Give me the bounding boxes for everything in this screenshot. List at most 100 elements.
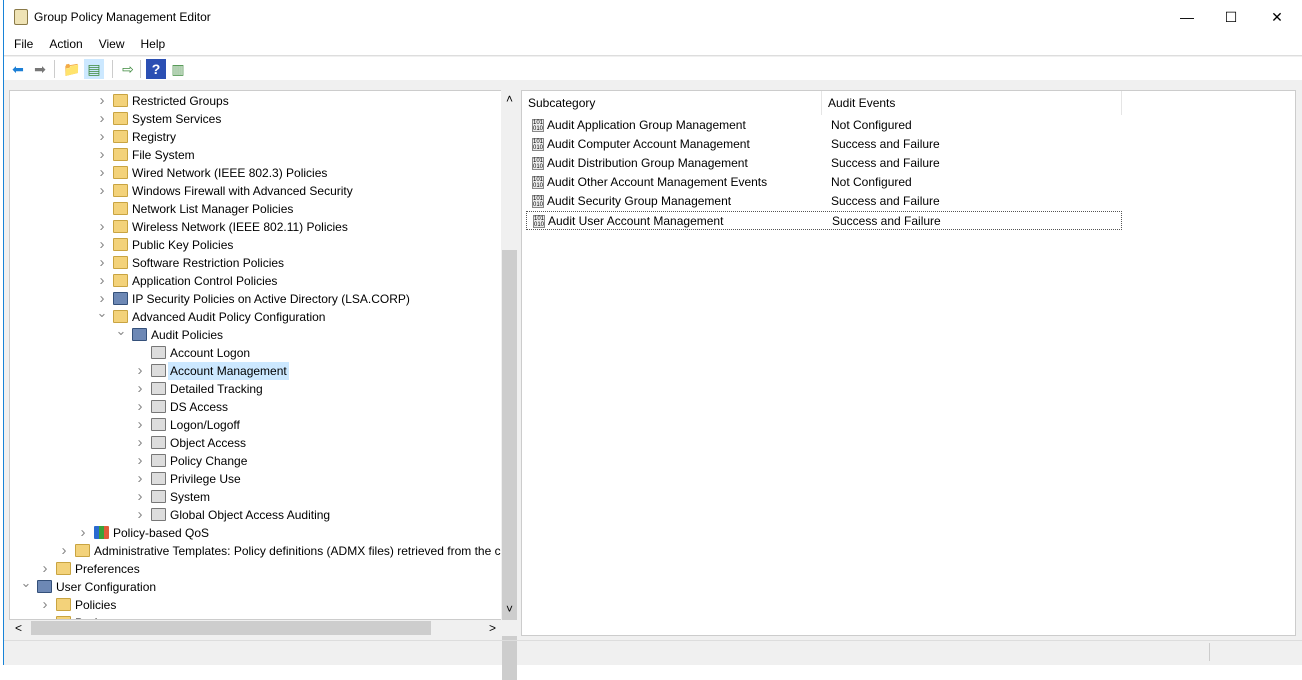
tree-item[interactable]: › Global Object Access Auditing <box>10 506 500 524</box>
tree-item[interactable]: › Windows Firewall with Advanced Security <box>10 182 500 200</box>
chevron-right-icon[interactable]: › <box>96 254 108 272</box>
chevron-right-icon[interactable]: › <box>39 560 51 578</box>
chevron-right-icon[interactable]: › <box>96 146 108 164</box>
scroll-down-arrow[interactable]: ˅ <box>501 602 518 616</box>
chevron-right-icon[interactable]: › <box>134 398 146 416</box>
chevron-right-icon[interactable]: › <box>134 488 146 506</box>
list-row[interactable]: 101 010 Audit Security Group Management Su… <box>526 192 1122 211</box>
chevron-right-icon[interactable]: › <box>134 380 146 398</box>
chevron-right-icon[interactable]: › <box>96 128 108 146</box>
audit-events-cell: Success and Failure <box>831 137 940 151</box>
tree-item-label: Account Management <box>168 362 289 380</box>
tree-item[interactable]: › Policies <box>10 596 500 614</box>
column-header-subcategory[interactable]: Subcategory <box>522 91 822 115</box>
chevron-right-icon[interactable]: › <box>134 434 146 452</box>
list-row[interactable]: 101 010 Audit User Account Management Succ… <box>526 211 1122 230</box>
tree-item[interactable]: ⌄ User Configuration <box>10 575 500 596</box>
tree-item[interactable]: › Public Key Policies <box>10 236 500 254</box>
tree-item[interactable]: › Registry <box>10 128 500 146</box>
chevron-right-icon[interactable]: › <box>96 272 108 290</box>
tree-item[interactable]: › Policy Change <box>10 452 500 470</box>
subcategory-cell: Audit User Account Management <box>548 214 724 228</box>
tree-item[interactable]: › Logon/Logoff <box>10 416 500 434</box>
policy-icon <box>151 346 166 359</box>
horizontal-scroll-thumb[interactable] <box>31 621 431 635</box>
list-row[interactable]: 101 010 Audit Distribution Group Manageme… <box>526 154 1122 173</box>
toolbar-separator <box>140 60 141 78</box>
policy-icon <box>151 364 166 377</box>
chevron-down-icon[interactable]: ⌄ <box>115 322 127 340</box>
tree-item[interactable]: › Wireless Network (IEEE 802.11) Policies <box>10 218 500 236</box>
back-arrow-icon[interactable]: ⬅ <box>8 59 28 79</box>
list-row[interactable]: 101 010 Audit Other Account Management Ev… <box>526 173 1122 192</box>
tree-item[interactable]: › Restricted Groups <box>10 92 500 110</box>
locked-folder-icon <box>113 112 128 125</box>
chevron-right-icon[interactable]: › <box>134 506 146 524</box>
tree-item[interactable]: › System Services <box>10 110 500 128</box>
tree-item[interactable]: › File System <box>10 146 500 164</box>
menu-view[interactable]: View <box>89 34 125 51</box>
menu-file[interactable]: File <box>4 34 33 51</box>
chevron-right-icon[interactable]: › <box>134 470 146 488</box>
chevron-down-icon[interactable]: ⌄ <box>20 574 32 592</box>
scroll-up-arrow[interactable]: ˄ <box>501 92 518 106</box>
menu-help[interactable]: Help <box>131 34 166 51</box>
chevron-right-icon[interactable]: › <box>134 362 146 380</box>
export-list-icon[interactable]: ⇨ <box>118 59 138 79</box>
list-row[interactable]: 101 010 Audit Application Group Managemen… <box>526 116 1122 135</box>
tree-item[interactable]: Account Logon <box>10 344 500 362</box>
column-header-audit-events[interactable]: Audit Events <box>822 91 1122 115</box>
close-button[interactable]: ✕ <box>1254 0 1300 34</box>
minimize-button[interactable]: — <box>1164 0 1210 34</box>
menu-action[interactable]: Action <box>39 34 82 51</box>
chevron-down-icon[interactable]: ⌄ <box>96 304 108 322</box>
chevron-right-icon[interactable]: › <box>134 416 146 434</box>
tree-item[interactable]: › Software Restriction Policies <box>10 254 500 272</box>
chevron-right-icon[interactable]: › <box>96 182 108 200</box>
chevron-right-icon[interactable]: › <box>39 596 51 614</box>
forward-arrow-icon[interactable]: ➡ <box>30 59 50 79</box>
tree-item[interactable]: › Wired Network (IEEE 802.3) Policies <box>10 164 500 182</box>
tree-item[interactable]: Network List Manager Policies <box>10 200 500 218</box>
tree-item-label: Administrative Templates: Policy definit… <box>94 544 501 558</box>
tree-item[interactable]: › Policy-based QoS <box>10 524 500 542</box>
tree-vertical-scrollbar[interactable]: ˄ ˅ <box>501 90 518 680</box>
tree-item[interactable]: ⌄ Audit Policies <box>10 323 500 344</box>
chevron-right-icon[interactable]: › <box>134 452 146 470</box>
chevron-right-icon[interactable]: › <box>96 218 108 236</box>
tree-item[interactable]: › Detailed Tracking <box>10 380 500 398</box>
tree-item[interactable]: › System <box>10 488 500 506</box>
tree-item[interactable]: › Account Management <box>10 362 500 380</box>
tree-item-label: IP Security Policies on Active Directory… <box>132 292 410 306</box>
audit-events-cell: Not Configured <box>831 118 912 132</box>
chevron-right-icon[interactable]: › <box>96 236 108 254</box>
tree-item[interactable]: › IP Security Policies on Active Director… <box>10 290 500 308</box>
maximize-button[interactable]: ☐ <box>1208 0 1254 34</box>
tree-item[interactable]: › Application Control Policies <box>10 272 500 290</box>
tree-item[interactable]: › DS Access <box>10 398 500 416</box>
chevron-right-icon[interactable]: › <box>96 92 108 110</box>
tree-item-label: Software Restriction Policies <box>132 256 285 270</box>
tree-item[interactable]: › Object Access <box>10 434 500 452</box>
tree-item[interactable]: › Privilege Use <box>10 470 500 488</box>
action-pane-icon[interactable]: ▥ <box>168 59 188 79</box>
tree-item[interactable]: › Preferences <box>10 560 500 578</box>
scroll-right-arrow[interactable]: > <box>489 621 496 635</box>
show-hide-tree-icon[interactable]: ▤ <box>84 59 104 79</box>
locked-folder-icon <box>113 94 128 107</box>
tree-horizontal-scrollbar[interactable]: < > <box>9 620 518 636</box>
up-folder-icon[interactable]: 📁 <box>62 59 82 79</box>
tree-item-label: Account Logon <box>170 346 251 360</box>
chevron-right-icon[interactable]: › <box>58 542 70 560</box>
chevron-right-icon[interactable]: › <box>96 110 108 128</box>
tree-item-label: Logon/Logoff <box>170 418 240 432</box>
tree-item-label: Policy Change <box>170 454 248 468</box>
help-icon[interactable]: ? <box>146 59 166 79</box>
tree-item[interactable]: › Administrative Templates: Policy defini… <box>10 542 501 560</box>
list-row[interactable]: 101 010 Audit Computer Account Management… <box>526 135 1122 154</box>
audit-policies-icon <box>132 328 147 341</box>
tree-item[interactable]: ⌄ Advanced Audit Policy Configuration <box>10 305 500 326</box>
scroll-left-arrow[interactable]: < <box>15 621 22 635</box>
chevron-right-icon[interactable]: › <box>77 524 89 542</box>
chevron-right-icon[interactable]: › <box>96 164 108 182</box>
